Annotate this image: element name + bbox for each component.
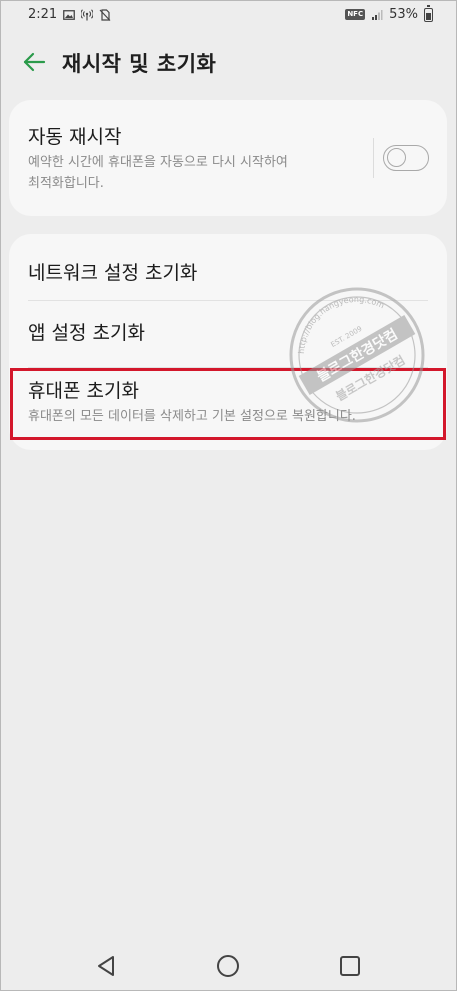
auto-restart-toggle[interactable]	[383, 145, 429, 171]
reset-options-card: 네트워크 설정 초기화 앱 설정 초기화 휴대폰 초기화 휴대폰의 모든 데이터…	[9, 234, 447, 450]
auto-restart-card: 자동 재시작 예약한 시간에 휴대폰을 자동으로 다시 시작하여 최적화합니다.	[9, 100, 447, 216]
signal-icon	[371, 9, 383, 21]
home-circle-icon	[217, 955, 239, 977]
nav-back-button[interactable]	[93, 952, 121, 980]
back-triangle-icon	[98, 956, 114, 976]
recent-square-icon	[340, 956, 360, 976]
navigation-bar	[0, 940, 457, 990]
arrow-left-icon	[23, 52, 46, 72]
image-icon	[63, 9, 76, 21]
toggle-divider	[373, 138, 374, 178]
phone-reset-summary: 휴대폰의 모든 데이터를 삭제하고 기본 설정으로 복원합니다.	[28, 409, 356, 424]
auto-restart-item[interactable]: 자동 재시작 예약한 시간에 휴대폰을 자동으로 다시 시작하여 최적화합니다.	[9, 100, 447, 216]
network-reset-title: 네트워크 설정 초기화	[28, 262, 198, 284]
toggle-knob	[387, 148, 406, 167]
auto-restart-summary-line2: 최적화합니다.	[28, 176, 104, 191]
header: 재시작 및 초기화	[0, 40, 457, 84]
page-title: 재시작 및 초기화	[62, 52, 217, 76]
battery-icon	[424, 4, 433, 22]
nav-recent-button[interactable]	[336, 952, 364, 980]
app-settings-reset-title: 앱 설정 초기화	[28, 322, 145, 344]
hotspot-icon	[80, 8, 94, 21]
battery-percent: 53%	[389, 7, 418, 22]
back-button[interactable]	[18, 46, 50, 78]
clock: 2:21	[28, 7, 58, 22]
auto-restart-summary-line1: 예약한 시간에 휴대폰을 자동으로 다시 시작하여	[28, 155, 288, 170]
network-reset-item[interactable]: 네트워크 설정 초기화	[9, 234, 447, 300]
phone-reset-title: 휴대폰 초기화	[28, 380, 139, 402]
auto-restart-title: 자동 재시작	[28, 126, 122, 148]
nfc-icon: NFC	[345, 9, 366, 20]
nav-home-button[interactable]	[214, 952, 242, 980]
app-settings-reset-item[interactable]: 앱 설정 초기화	[9, 301, 447, 367]
status-bar: 2:21 NFC 53%	[0, 0, 457, 32]
phone-reset-item[interactable]: 휴대폰 초기화 휴대폰의 모든 데이터를 삭제하고 기본 설정으로 복원합니다.	[9, 368, 447, 444]
no-sim-icon	[99, 8, 111, 21]
